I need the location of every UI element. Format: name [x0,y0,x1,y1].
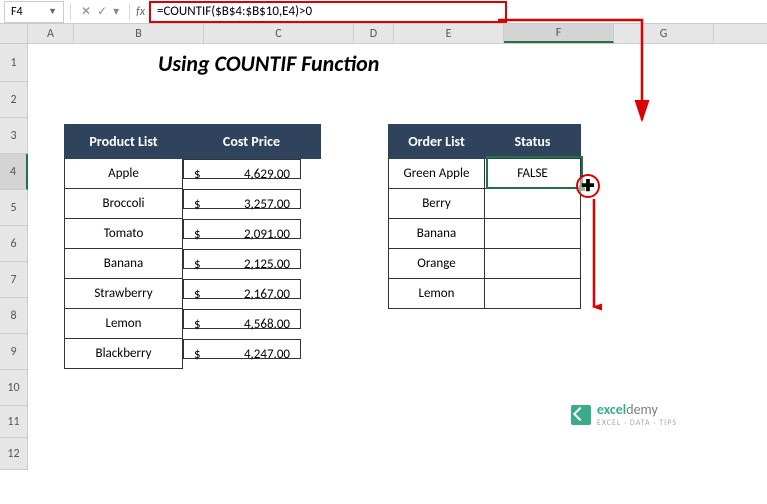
product-price[interactable]: $2,091.00 [183,219,301,239]
order-name[interactable]: Green Apple [389,159,485,189]
row-header-2[interactable]: 2 [0,82,28,118]
fx-dropdown-icon[interactable]: ▾ [113,4,119,19]
order-status[interactable]: FALSE [485,159,581,189]
name-box-dropdown-icon[interactable]: ▼ [48,6,57,17]
product-name[interactable]: Tomato [65,219,183,249]
column-header-C[interactable]: C [204,24,354,43]
table-row[interactable]: Banana [389,219,581,249]
divider [70,3,71,21]
row-header-8[interactable]: 8 [0,298,28,334]
column-headers: ABCDEFG [0,24,767,44]
product-name[interactable]: Broccoli [65,189,183,219]
row-header-10[interactable]: 10 [0,370,28,406]
table-header: Product List [65,125,183,159]
table-row[interactable]: Berry [389,189,581,219]
column-header-E[interactable]: E [394,24,504,43]
row-header-9[interactable]: 9 [0,334,28,370]
product-price[interactable]: $4,629.00 [183,159,301,179]
row-header-4[interactable]: 4 [0,154,28,190]
formula-text: =COUNTIF($B$4:$B$10,E4)>0 [157,4,312,19]
formula-controls: ✕ ✓ ▾ [73,4,127,19]
table-header: Order List [389,125,485,159]
product-name[interactable]: Blackberry [65,339,183,369]
table-row[interactable]: Tomato$2,091.00 [65,219,321,249]
drag-down-arrow-icon [586,199,602,319]
table-row[interactable]: Apple$4,629.00 [65,159,321,189]
order-name[interactable]: Banana [389,219,485,249]
row-headers: 123456789101112 [0,44,28,470]
product-price[interactable]: $4,568.00 [183,309,301,329]
order-name[interactable]: Berry [389,189,485,219]
table-row[interactable]: Banana$2,125.00 [65,249,321,279]
table-row[interactable]: Lemon$4,568.00 [65,309,321,339]
order-name[interactable]: Lemon [389,279,485,309]
row-header-11[interactable]: 11 [0,406,28,438]
table-row[interactable]: Strawberry$2,167.00 [65,279,321,309]
logo-text: exceldemy [597,401,677,418]
grid: 123456789101112 Using COUNTIF Function P… [0,44,767,470]
product-name[interactable]: Lemon [65,309,183,339]
product-price[interactable]: $2,167.00 [183,279,301,299]
row-header-12[interactable]: 12 [0,438,28,470]
order-name[interactable]: Orange [389,249,485,279]
logo-icon [571,405,591,425]
fx-label[interactable]: fx [132,5,149,19]
order-table: Order List Status Green AppleFALSEBerryB… [388,124,581,309]
excel-window: F4 ▼ ✕ ✓ ▾ fx =COUNTIF($B$4:$B$10,E4)>0 … [0,0,767,504]
order-status[interactable] [485,189,581,219]
table-row[interactable]: Blackberry$4,247.00 [65,339,321,369]
column-header-D[interactable]: D [354,24,394,43]
product-table-body: Apple$4,629.00Broccoli$3,257.00Tomato$2,… [65,159,321,369]
product-name[interactable]: Strawberry [65,279,183,309]
plus-cursor-icon: ✚ [581,176,594,196]
table-row[interactable]: Lemon [389,279,581,309]
sheet-area[interactable]: Using COUNTIF Function Product List Cost… [28,44,767,470]
column-header-G[interactable]: G [614,24,714,43]
column-header-F[interactable]: F [504,24,614,43]
brand-logo: exceldemy EXCEL · DATA · TIPS [571,401,677,428]
table-header: Status [485,125,581,159]
row-header-6[interactable]: 6 [0,226,28,262]
table-row[interactable]: Broccoli$3,257.00 [65,189,321,219]
cancel-icon[interactable]: ✕ [81,4,91,19]
row-header-3[interactable]: 3 [0,118,28,154]
order-status[interactable] [485,219,581,249]
name-box-value: F4 [11,5,23,19]
page-title: Using COUNTIF Function [158,50,379,77]
product-name[interactable]: Banana [65,249,183,279]
row-header-1[interactable]: 1 [0,44,28,82]
order-status[interactable] [485,279,581,309]
product-table: Product List Cost Price Apple$4,629.00Br… [64,124,321,369]
select-all-corner[interactable] [0,24,28,43]
formula-bar: F4 ▼ ✕ ✓ ▾ fx =COUNTIF($B$4:$B$10,E4)>0 [0,0,767,24]
confirm-icon[interactable]: ✓ [97,4,107,19]
product-price[interactable]: $2,125.00 [183,249,301,269]
formula-input[interactable]: =COUNTIF($B$4:$B$10,E4)>0 [149,1,507,23]
table-row[interactable]: Green AppleFALSE [389,159,581,189]
logo-subtitle: EXCEL · DATA · TIPS [597,418,677,428]
product-price[interactable]: $3,257.00 [183,189,301,209]
row-header-7[interactable]: 7 [0,262,28,298]
name-box[interactable]: F4 ▼ [4,1,64,23]
column-header-B[interactable]: B [74,24,204,43]
column-header-A[interactable]: A [28,24,74,43]
row-header-5[interactable]: 5 [0,190,28,226]
table-header: Cost Price [183,125,321,159]
cursor-annotation-icon: ✚ [576,174,600,198]
divider [129,3,130,21]
order-table-body: Green AppleFALSEBerryBananaOrangeLemon [389,159,581,309]
order-status[interactable] [485,249,581,279]
product-price[interactable]: $4,247.00 [183,339,301,359]
product-name[interactable]: Apple [65,159,183,189]
table-row[interactable]: Orange [389,249,581,279]
